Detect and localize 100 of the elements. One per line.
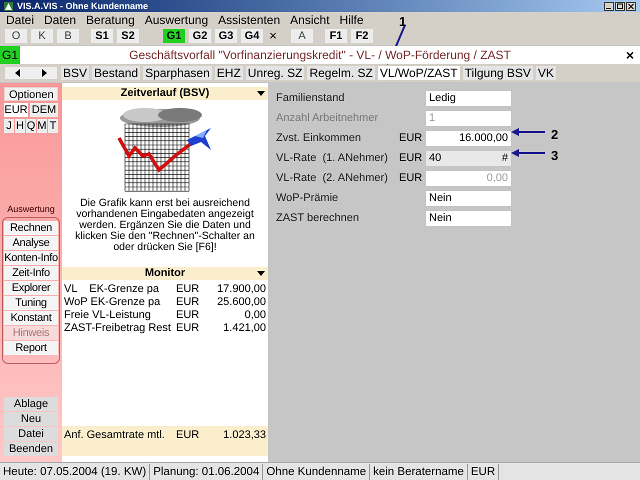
monitor-label: WoP EK-Grenze pa: [64, 296, 162, 309]
toolbar-button[interactable]: ×: [267, 29, 279, 43]
case-badge: G1: [0, 46, 20, 64]
chart-message: Die Grafik kann erst bei ausreichend vorhandenen Eingabedaten angezeigt werden. Ergänzen Sie die Daten und klicken Sie den "Rechnen"-Schalter an oder drücken Sie [F6]!: [74, 198, 256, 253]
window-title: VIS.A.VIS - Ohne Kundenname: [17, 0, 148, 12]
period-toggle[interactable]: T: [48, 119, 58, 133]
maximize-icon[interactable]: [615, 2, 625, 10]
toolbar-button[interactable]: G2: [189, 29, 211, 43]
sidebar-button[interactable]: Konten-Info: [4, 250, 58, 264]
tab[interactable]: VL/WoP/ZAST: [378, 66, 460, 80]
monitor-label: ZAST-Freibetrag Rest: [64, 322, 172, 335]
menu-item[interactable]: Assistenten: [218, 12, 280, 26]
currency-toggle[interactable]: EUR: [4, 103, 28, 117]
toolbar-button[interactable]: A: [291, 29, 313, 43]
monitor-value: 25.600,00: [216, 296, 266, 309]
toolbar-button[interactable]: G1: [163, 29, 185, 43]
sidebar-button[interactable]: Optionen: [4, 87, 58, 101]
status-field: Heute: 07.05.2004 (19. KW): [0, 464, 150, 480]
monitor-currency: EUR: [176, 322, 200, 335]
monitor-currency: EUR: [176, 283, 200, 296]
total-label: Anf. Gesamtrate mtl.: [64, 429, 166, 442]
toolbar-button[interactable]: O: [5, 29, 27, 43]
field-label: Familienstand: [276, 90, 346, 106]
sidebar-button[interactable]: Datei: [4, 427, 58, 441]
input-field[interactable]: 16.000,00: [426, 130, 511, 146]
sidebar-button[interactable]: Tuning: [4, 296, 58, 310]
minimize-icon[interactable]: [604, 2, 614, 10]
menu-item[interactable]: Hilfe: [340, 12, 364, 26]
field-label: Zvst. Einkommen: [276, 130, 362, 146]
callout-number: 1: [399, 13, 406, 31]
monitor-value: 0,00: [244, 309, 266, 322]
toolbar-button[interactable]: S1: [91, 29, 113, 43]
total-value: 1.023,33: [222, 429, 266, 442]
toolbar-button[interactable]: F2: [351, 29, 373, 43]
period-toggle[interactable]: J: [4, 119, 14, 133]
sidebar-button[interactable]: Explorer: [4, 280, 58, 294]
tab[interactable]: Unreg. SZ: [246, 66, 304, 80]
field-value: Nein: [429, 190, 452, 206]
close-button[interactable]: ×: [620, 44, 640, 66]
input-field[interactable]: Ledig: [426, 90, 511, 106]
sidebar-button[interactable]: Ablage: [4, 397, 58, 411]
field-value: 0,00: [486, 170, 508, 186]
monitor-label: Freie VL-Leistung: [64, 309, 152, 322]
callout-arrow: [511, 128, 545, 136]
menu-item[interactable]: Auswertung: [144, 12, 208, 26]
period-toggle[interactable]: Q: [26, 119, 36, 133]
panel-title: Zeitverlauf (BSV): [120, 87, 210, 100]
toolbar-button[interactable]: S2: [117, 29, 139, 43]
menu-item[interactable]: Beratung: [86, 12, 135, 26]
monitor-value: 1.421,00: [222, 322, 266, 335]
sidebar-button[interactable]: Neu: [4, 412, 58, 426]
currency-toggle[interactable]: DEM: [30, 103, 58, 117]
tab[interactable]: Tilgung BSV: [462, 66, 533, 80]
menu-item[interactable]: Ansicht: [290, 12, 330, 26]
input-field[interactable]: Nein: [426, 210, 511, 226]
monitor-currency: EUR: [176, 309, 200, 322]
field-label: ZAST berechnen: [276, 210, 360, 226]
tab[interactable]: VK: [536, 66, 556, 80]
field-label: VL-Rate (1. ANehmer): [276, 150, 389, 166]
toolbar-button[interactable]: B: [57, 29, 79, 43]
status-field: Ohne Kundenname: [263, 464, 370, 480]
tab[interactable]: Sparphasen: [143, 66, 212, 80]
input-field[interactable]: 40 #: [426, 150, 511, 166]
case-title: Geschäftsvorfall "Vorfinanzierungskredit" - VL- / WoP-Förderung / ZAST: [128, 47, 512, 64]
tab[interactable]: Bestand: [92, 66, 140, 80]
status-field: EUR: [468, 464, 500, 480]
panel-title: Monitor: [144, 267, 186, 280]
period-toggle[interactable]: M: [37, 119, 47, 133]
sidebar-button[interactable]: Report: [4, 340, 58, 354]
close-icon[interactable]: [626, 2, 636, 10]
period-toggle[interactable]: H: [15, 119, 25, 133]
field-label: WoP-Prämie: [276, 190, 340, 206]
dropdown-icon[interactable]: [257, 271, 265, 276]
tab[interactable]: EHZ: [214, 66, 243, 80]
currency-label: EUR: [399, 150, 424, 166]
menu-item[interactable]: Daten: [44, 12, 76, 26]
total-currency: EUR: [176, 429, 200, 442]
app-icon: [4, 2, 13, 10]
field-value: Nein: [429, 210, 452, 226]
sidebar-button[interactable]: Analyse: [4, 236, 58, 250]
menu-item[interactable]: Datei: [6, 12, 34, 26]
callout-number: 3: [551, 147, 558, 165]
callout-arrow: [511, 149, 545, 157]
field-value: 1: [429, 110, 436, 126]
status-field: kein Beratername: [370, 464, 468, 480]
toolbar-button[interactable]: G4: [241, 29, 263, 43]
toolbar-button[interactable]: G3: [215, 29, 237, 43]
callout-number: 2: [551, 126, 558, 144]
tab[interactable]: Regelm. SZ: [307, 66, 375, 80]
sidebar-button[interactable]: Konstant: [4, 310, 58, 324]
field-value: 40: [429, 150, 442, 166]
sidebar-button[interactable]: Beenden: [4, 442, 58, 456]
dropdown-icon[interactable]: [257, 91, 265, 96]
toolbar-button[interactable]: K: [31, 29, 53, 43]
toolbar-button[interactable]: F1: [325, 29, 347, 43]
tab[interactable]: BSV: [61, 66, 90, 80]
field-label: VL-Rate (2. ANehmer): [276, 170, 389, 186]
sidebar-button[interactable]: Zeit-Info: [4, 266, 58, 280]
input-field[interactable]: Nein: [426, 190, 511, 206]
sidebar-button[interactable]: Rechnen: [4, 220, 58, 234]
